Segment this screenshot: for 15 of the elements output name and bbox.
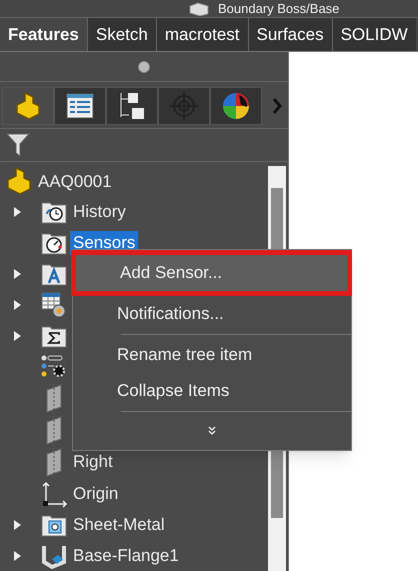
tree-item[interactable]: Right (70, 450, 116, 474)
tab[interactable]: macrotest (156, 18, 248, 51)
tree-item[interactable]: Origin (70, 482, 122, 506)
command-title: Boundary Boss/Base (218, 2, 340, 15)
tree-item[interactable]: History (70, 200, 129, 224)
tab[interactable]: Surfaces (248, 18, 332, 51)
tab[interactable]: Sketch (86, 18, 156, 51)
tree-root[interactable]: AAQ0001 (38, 168, 112, 194)
menu-item[interactable]: Add Sensor... (76, 255, 347, 291)
tree-item[interactable]: Base-Flange1 (70, 544, 182, 568)
tab[interactable]: SOLIDW (332, 18, 416, 51)
menu-item[interactable]: Notifications... (73, 296, 351, 332)
menu-item[interactable]: Rename tree item (73, 337, 351, 373)
tree-item[interactable]: Sheet-Metal (70, 512, 168, 537)
menu-item[interactable]: Collapse Items (73, 373, 351, 409)
